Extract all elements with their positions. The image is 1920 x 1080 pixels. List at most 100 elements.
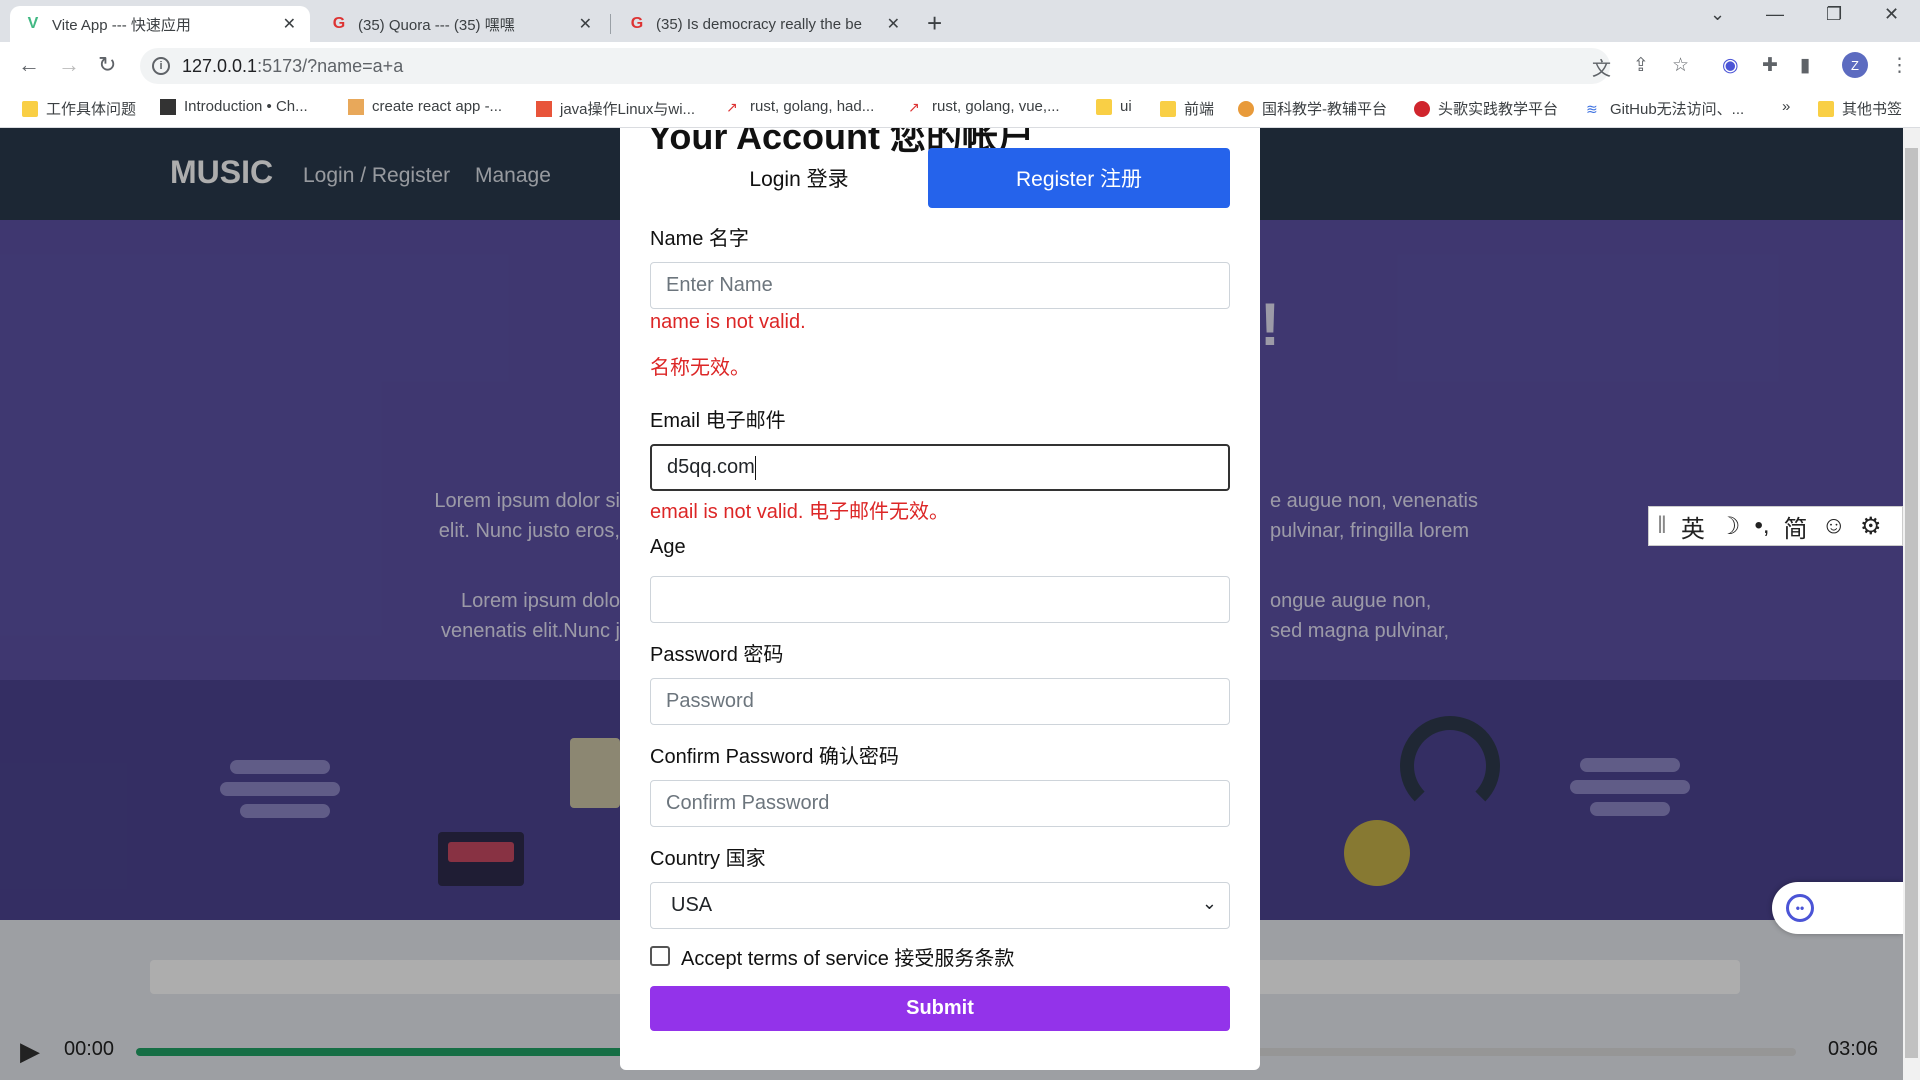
bookmark-item[interactable]: Introduction • Ch... <box>160 98 308 115</box>
tab-title: (35) Is democracy really the be <box>656 15 862 33</box>
moon-icon[interactable]: ☽ <box>1719 512 1741 541</box>
tab-login[interactable]: Login 登录 <box>648 148 950 208</box>
bookmark-item[interactable]: ↗ rust, golang, vue,... <box>908 98 1060 115</box>
restore-button[interactable]: ❐ <box>1826 4 1842 25</box>
bookmark-label: 工作具体问题 <box>46 101 137 118</box>
share-icon[interactable]: ⇪ <box>1633 54 1649 77</box>
bookmark-label: 国科教学-教辅平台 <box>1262 101 1387 118</box>
account-modal: Your Account 您的帐户 Login 登录 Register 注册 N… <box>620 128 1260 1070</box>
back-button[interactable]: ← <box>18 52 40 78</box>
email-label: Email 电子邮件 <box>650 410 786 432</box>
close-icon[interactable]: ✕ <box>887 14 900 34</box>
age-input[interactable] <box>650 576 1230 623</box>
bookmark-label: rust, golang, had... <box>750 98 875 115</box>
email-error: email is not valid. 电子邮件无效。 <box>650 501 949 523</box>
more-bookmarks-button[interactable]: » <box>1782 98 1790 115</box>
scrollbar-thumb[interactable] <box>1905 148 1918 1058</box>
browser-tab-quora-2[interactable]: G (35) Is democracy really the be ✕ <box>614 6 914 42</box>
name-label: Name 名字 <box>650 228 749 250</box>
bookmark-label: 头歌实践教学平台 <box>1438 101 1559 118</box>
country-label: Country 国家 <box>650 848 766 870</box>
site-icon <box>348 98 364 115</box>
bookmark-label: rust, golang, vue,... <box>932 98 1060 115</box>
browser-toolbar: ← → ↻ i 127.0.0.1:5173/?name=a+a 文 ⇪ ☆ ◉… <box>0 42 1920 90</box>
bookmark-label: 前端 <box>1184 101 1215 118</box>
bookmark-star-icon[interactable]: ☆ <box>1672 54 1689 77</box>
tab-register[interactable]: Register 注册 <box>928 148 1230 208</box>
browser-tab-strip: V Vite App --- 快速应用 ✕ G (35) Quora --- (… <box>0 0 1920 42</box>
bookmark-item[interactable]: 头歌实践教学平台 <box>1414 98 1558 119</box>
url-path: :5173/?name=a+a <box>257 55 404 76</box>
age-label: Age <box>650 536 686 558</box>
bookmark-item[interactable]: 前端 <box>1160 98 1214 119</box>
punctuation-icon[interactable]: •, <box>1754 512 1769 540</box>
bookmark-item[interactable]: 工作具体问题 <box>22 98 136 119</box>
copilot-extension-icon[interactable]: ◉ <box>1722 54 1739 77</box>
bookmark-item[interactable]: ↗ rust, golang, had... <box>726 98 874 115</box>
bookmark-item[interactable]: create react app -... <box>348 98 502 115</box>
text-cursor <box>754 455 756 480</box>
chevron-down-icon: ⌄ <box>1201 893 1217 913</box>
password-label: Password 密码 <box>650 644 784 666</box>
folder-icon <box>1096 98 1112 115</box>
bookmark-item[interactable]: java操作Linux与wi... <box>536 98 695 119</box>
bookmark-label: 其他书签 <box>1842 101 1903 118</box>
bookmark-label: java操作Linux与wi... <box>560 101 696 118</box>
profile-avatar[interactable]: Z <box>1842 52 1868 78</box>
menu-icon[interactable]: ⋮ <box>1890 54 1909 77</box>
copilot-floating-button[interactable]: •• <box>1772 882 1903 934</box>
tab-search-chevron-icon[interactable]: ⌄ <box>1710 4 1725 25</box>
bookmarks-bar: 工作具体问题 Introduction • Ch... create react… <box>0 90 1920 128</box>
site-icon <box>536 100 552 117</box>
reload-button[interactable]: ↻ <box>98 52 116 78</box>
name-error: name is not valid. <box>650 311 806 333</box>
bookmark-label: Introduction • Ch... <box>184 98 308 115</box>
trend-icon: ↗ <box>726 98 738 115</box>
submit-button[interactable]: Submit <box>650 986 1230 1031</box>
new-tab-button[interactable]: + <box>927 8 942 39</box>
confirm-password-input[interactable]: Confirm Password <box>650 780 1230 827</box>
vite-icon: V <box>27 15 39 32</box>
bookmark-item[interactable]: 国科教学-教辅平台 <box>1238 98 1387 119</box>
close-icon[interactable]: ✕ <box>579 14 592 34</box>
site-info-icon[interactable]: i <box>152 57 170 75</box>
name-error-zh: 名称无效。 <box>650 357 750 379</box>
close-window-button[interactable]: ✕ <box>1884 4 1899 25</box>
tab-divider <box>610 14 611 34</box>
address-bar[interactable]: i 127.0.0.1:5173/?name=a+a <box>140 48 1610 84</box>
site-icon: ≋ <box>1586 100 1598 117</box>
email-input[interactable]: d5qq.com <box>650 444 1230 491</box>
terms-checkbox[interactable] <box>650 946 670 966</box>
site-icon <box>1238 100 1254 117</box>
ime-language-toggle[interactable]: 英 <box>1681 509 1705 544</box>
bookmark-label: ui <box>1120 98 1132 115</box>
site-icon <box>1414 100 1430 117</box>
tab-title: Vite App --- 快速应用 <box>52 16 191 34</box>
password-input[interactable]: Password <box>650 678 1230 725</box>
page-viewport: MUSIC Login / Register Manage Lorem ipsu… <box>0 128 1903 1080</box>
terms-label[interactable]: Accept terms of service 接受服务条款 <box>681 942 1014 971</box>
folder-icon <box>1818 100 1834 117</box>
folder-icon <box>1160 100 1176 117</box>
minimize-button[interactable]: — <box>1766 4 1784 25</box>
translate-icon[interactable]: 文 <box>1592 54 1611 81</box>
extensions-icon[interactable]: ✚ <box>1762 54 1778 77</box>
forward-button[interactable]: → <box>58 52 80 78</box>
country-value: USA <box>671 894 713 916</box>
other-bookmarks-folder[interactable]: 其他书签 <box>1818 98 1902 119</box>
emoji-icon[interactable]: ☺ <box>1822 512 1847 540</box>
name-input[interactable]: Enter Name <box>650 262 1230 309</box>
browser-tab-vite[interactable]: V Vite App --- 快速应用 ✕ <box>10 6 310 42</box>
bookmark-label: create react app -... <box>372 98 503 115</box>
close-icon[interactable]: ✕ <box>283 14 296 34</box>
bookmark-item[interactable]: ≋ GitHub无法访问、... <box>1586 98 1744 119</box>
email-value: d5qq.com <box>667 456 755 478</box>
gear-icon[interactable]: ⚙ <box>1860 512 1882 541</box>
ime-simplified-toggle[interactable]: 简 <box>1784 509 1808 544</box>
site-icon <box>160 98 176 115</box>
country-select[interactable]: USA ⌄ <box>650 882 1230 929</box>
ime-drag-handle[interactable]: ‖ <box>1657 512 1667 540</box>
browser-tab-quora-1[interactable]: G (35) Quora --- (35) 嘿嘿 ✕ <box>316 6 606 42</box>
bookmark-item[interactable]: ui <box>1096 98 1132 115</box>
side-panel-icon[interactable]: ▮ <box>1800 54 1810 77</box>
